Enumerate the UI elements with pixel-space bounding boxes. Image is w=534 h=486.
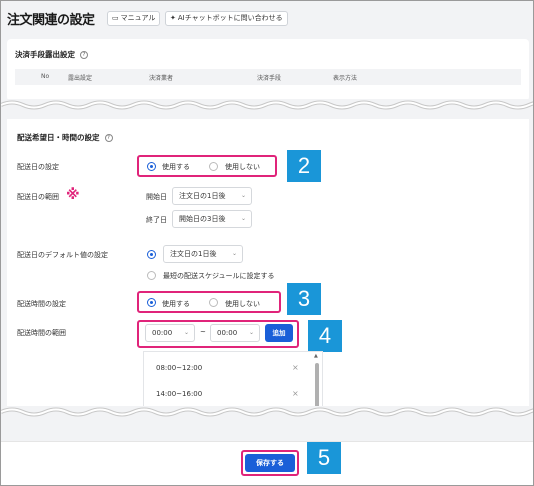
- time-slot-scrollbar[interactable]: [315, 363, 319, 411]
- scroll-up-icon[interactable]: ▲: [314, 353, 318, 359]
- column-header-method: 決済手段: [257, 75, 282, 82]
- close-icon[interactable]: ×: [292, 363, 299, 372]
- column-header-provider: 決済業者: [149, 75, 174, 82]
- time-use-label: 使用する: [162, 300, 190, 308]
- time-nouse-label: 使用しない: [225, 300, 260, 308]
- help-icon[interactable]: ?: [80, 51, 88, 59]
- column-header-display: 表示方法: [333, 75, 358, 82]
- note-mark: ※: [66, 187, 80, 203]
- date-nouse-radio[interactable]: [209, 162, 218, 171]
- payment-section-title-text: 決済手段露出設定: [15, 50, 75, 59]
- time-from-value: 00:00: [152, 329, 173, 337]
- time-slot-item: 08:00~12:00: [156, 364, 203, 372]
- add-time-button[interactable]: 追加: [265, 324, 293, 342]
- manual-button[interactable]: ▭ マニュアル: [107, 11, 161, 26]
- manual-label: マニュアル: [120, 14, 156, 22]
- date-use-label: 使用する: [162, 163, 190, 171]
- date-setting-label: 配送日の設定: [17, 163, 59, 171]
- time-nouse-radio[interactable]: [209, 298, 218, 307]
- wave-divider-top: [1, 99, 533, 111]
- chevron-down-icon: ⌄: [240, 192, 246, 199]
- date-range-label: 配送日の範囲: [17, 193, 59, 201]
- column-header-exposure: 露出設定: [68, 75, 93, 82]
- shortest-schedule-radio[interactable]: [147, 271, 156, 280]
- ai-chatbot-button[interactable]: ✦ AIチャットボットに問い合わせる: [165, 11, 288, 26]
- delivery-section-title-text: 配送希望日・時間の設定: [17, 133, 100, 142]
- start-day-select[interactable]: 注文日の1日後 ⌄: [172, 187, 252, 205]
- date-nouse-label: 使用しない: [225, 163, 260, 171]
- time-setting-label: 配送時間の設定: [17, 300, 66, 308]
- end-day-value: 開始日の3日後: [179, 215, 226, 223]
- shortest-schedule-label: 最短の配送スケジュールに設定する: [163, 272, 275, 280]
- chevron-down-icon: ⌄: [248, 329, 254, 336]
- time-from-select[interactable]: 00:00 ⌄: [145, 324, 195, 342]
- chevron-down-icon: ⌄: [183, 329, 189, 336]
- payment-settings-card: 決済手段露出設定? No 露出設定 決済業者 決済手段 表示方法: [7, 39, 529, 101]
- default-date-label: 配送日のデフォルト値の設定: [17, 251, 108, 259]
- delivery-section-title: 配送希望日・時間の設定?: [17, 132, 113, 143]
- sparkle-icon: ✦: [170, 14, 176, 22]
- step-badge-3: 3: [287, 283, 321, 315]
- chevron-down-icon: ⌄: [240, 215, 246, 222]
- time-to-select[interactable]: 00:00 ⌄: [210, 324, 260, 342]
- time-range-label: 配送時間の範囲: [17, 329, 66, 337]
- default-date-value: 注文日の1日後: [170, 250, 217, 258]
- wave-divider-bottom: [1, 406, 533, 418]
- payment-section-title: 決済手段露出設定?: [15, 49, 88, 60]
- settings-window: 注文関連の設定 ▭ マニュアル ✦ AIチャットボットに問い合わせる 決済手段露出設…: [0, 0, 534, 486]
- close-icon[interactable]: ×: [292, 389, 299, 398]
- column-header-no: No: [41, 73, 50, 80]
- date-use-radio[interactable]: [147, 162, 156, 171]
- time-range-tilde: ~: [200, 328, 206, 336]
- end-day-label: 終了日: [146, 216, 167, 224]
- page-title: 注文関連の設定: [7, 13, 95, 28]
- time-slot-list: 08:00~12:00 × 14:00~16:00 ×: [143, 351, 323, 411]
- payment-table-header: No 露出設定 決済業者 決済手段 表示方法: [15, 69, 521, 85]
- default-date-select[interactable]: 注文日の1日後 ⌄: [163, 245, 243, 263]
- step-badge-5: 5: [307, 442, 341, 474]
- book-icon: ▭: [112, 14, 119, 22]
- time-to-value: 00:00: [217, 329, 238, 337]
- time-slot-item: 14:00~16:00: [156, 390, 203, 398]
- end-day-select[interactable]: 開始日の3日後 ⌄: [172, 210, 252, 228]
- step-badge-4: 4: [308, 320, 342, 352]
- help-icon[interactable]: ?: [104, 134, 113, 142]
- default-date-radio[interactable]: [147, 250, 156, 259]
- page-header: 注文関連の設定 ▭ マニュアル ✦ AIチャットボットに問い合わせる: [1, 1, 533, 35]
- start-day-label: 開始日: [146, 193, 167, 201]
- save-button[interactable]: 保存する: [245, 454, 295, 472]
- start-day-value: 注文日の1日後: [179, 192, 226, 200]
- time-use-radio[interactable]: [147, 298, 156, 307]
- step-badge-2: 2: [287, 150, 321, 182]
- ai-chatbot-label: AIチャットボットに問い合わせる: [177, 14, 283, 22]
- chevron-down-icon: ⌄: [231, 250, 237, 257]
